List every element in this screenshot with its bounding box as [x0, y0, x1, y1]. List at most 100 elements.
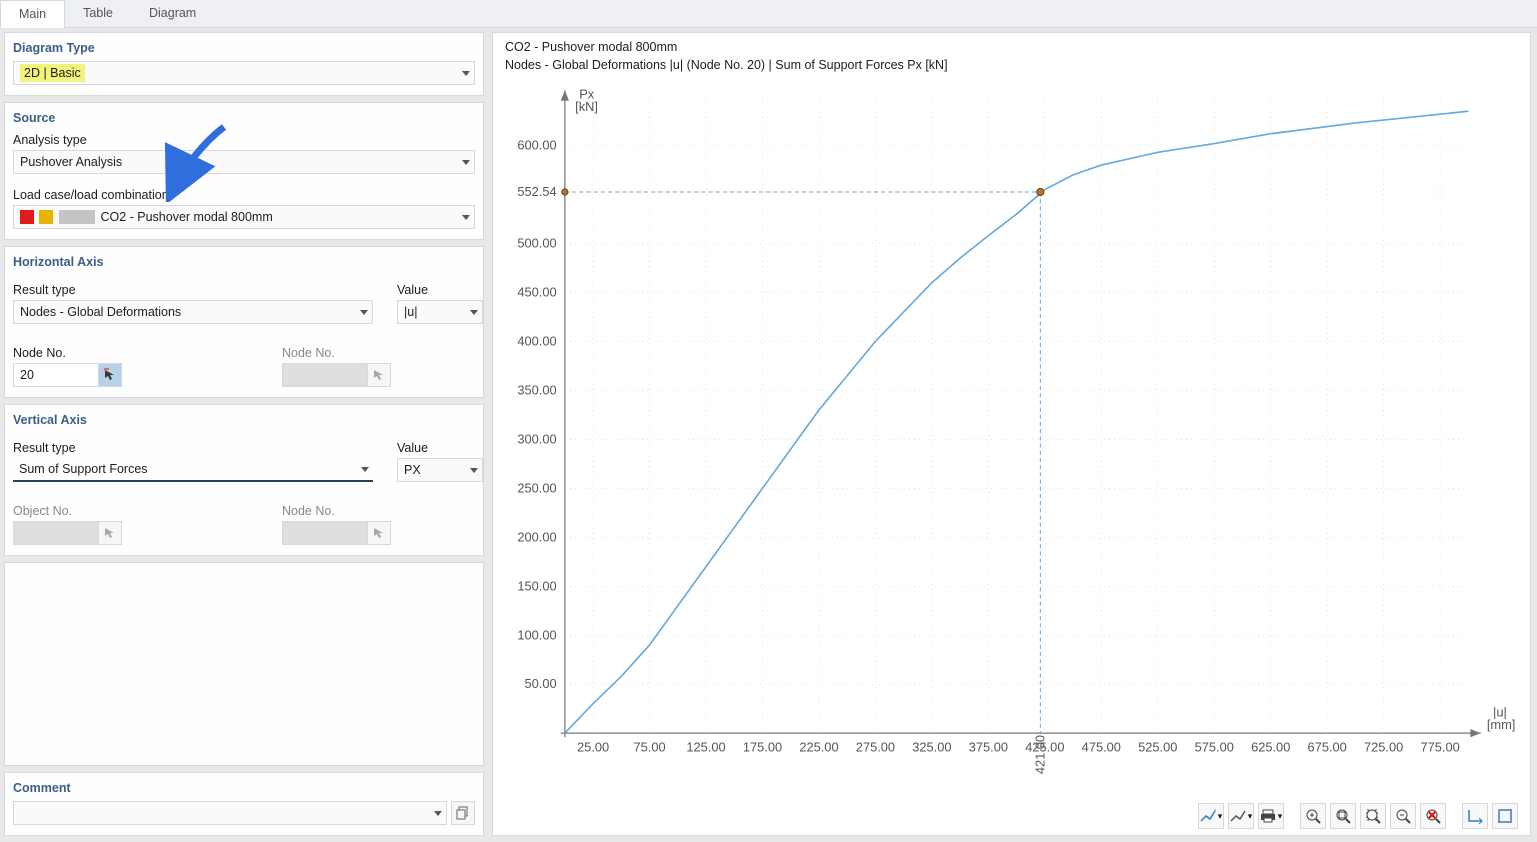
- v-result-type-value: Sum of Support Forces: [19, 462, 148, 476]
- chart-header: CO2 - Pushover modal 800mm Nodes - Globa…: [493, 33, 1530, 76]
- chart-title: CO2 - Pushover modal 800mm: [505, 39, 1520, 57]
- svg-text:475.00: 475.00: [1082, 740, 1121, 755]
- svg-text:400.00: 400.00: [517, 333, 556, 348]
- panel-horizontal-axis: Horizontal Axis Result type Nodes - Glob…: [4, 246, 484, 398]
- svg-text:421.00: 421.00: [1032, 735, 1047, 774]
- svg-text:+: +: [1214, 808, 1216, 817]
- svg-text:300.00: 300.00: [517, 431, 556, 446]
- axes-x-button[interactable]: [1462, 803, 1488, 829]
- chart-toolbar: + ▾ ▾ ▾: [1198, 803, 1518, 829]
- zoom-reset-icon: [1425, 808, 1441, 824]
- axes-x-icon: [1467, 808, 1483, 824]
- svg-text:575.00: 575.00: [1195, 740, 1234, 755]
- diagram-type-value: 2D | Basic: [20, 64, 85, 82]
- v-value-label: Value: [397, 441, 483, 455]
- swatch-red: [20, 210, 34, 224]
- comment-duplicate-button[interactable]: [451, 801, 475, 825]
- v-node2-pick-button: [367, 521, 391, 545]
- svg-text:125.00: 125.00: [686, 740, 725, 755]
- comment-select[interactable]: [13, 801, 447, 825]
- svg-text:600.00: 600.00: [517, 138, 556, 153]
- h-result-type-label: Result type: [13, 283, 373, 297]
- zoom-out-button[interactable]: [1390, 803, 1416, 829]
- h-value-select[interactable]: |u|: [397, 300, 483, 324]
- chevron-down-icon: [470, 310, 478, 315]
- axes-y-icon: [1497, 808, 1513, 824]
- analysis-type-select[interactable]: Pushover Analysis: [13, 150, 475, 174]
- section-title-comment: Comment: [13, 781, 475, 795]
- svg-text:250.00: 250.00: [517, 480, 556, 495]
- zoom-reset-button[interactable]: [1420, 803, 1446, 829]
- svg-text:725.00: 725.00: [1364, 740, 1403, 755]
- load-case-label: Load case/load combination: [13, 188, 475, 202]
- v-object-pick-button: [98, 521, 122, 545]
- chevron-down-icon: [434, 811, 442, 816]
- section-title-diagram-type: Diagram Type: [13, 41, 475, 55]
- load-case-value: CO2 - Pushover modal 800mm: [20, 210, 273, 225]
- print-button[interactable]: ▾: [1258, 803, 1284, 829]
- panel-vertical-axis: Vertical Axis Result type Sum of Support…: [4, 404, 484, 556]
- copy-icon: [456, 806, 470, 820]
- h-value-label: Value: [397, 283, 483, 297]
- panel-comment: Comment: [4, 772, 484, 836]
- zoom-window-button[interactable]: [1330, 803, 1356, 829]
- tab-diagram[interactable]: Diagram: [131, 0, 214, 28]
- cursor-pick-icon: [372, 526, 386, 540]
- chart-line-icon: [1230, 808, 1246, 824]
- section-title-h-axis: Horizontal Axis: [13, 255, 475, 269]
- chevron-down-icon: [360, 310, 368, 315]
- panel-source: Source Analysis type Pushover Analysis L…: [4, 102, 484, 240]
- tab-table[interactable]: Table: [65, 0, 131, 28]
- v-value-select[interactable]: PX: [397, 458, 483, 482]
- diagram-type-select[interactable]: 2D | Basic: [13, 61, 475, 85]
- svg-text:225.00: 225.00: [799, 740, 838, 755]
- svg-text:450.00: 450.00: [517, 285, 556, 300]
- pushover-chart: 25.0075.00125.00175.00225.00275.00325.00…: [493, 76, 1530, 815]
- svg-text:25.00: 25.00: [577, 740, 609, 755]
- swatch-orange: [39, 210, 53, 224]
- section-title-v-axis: Vertical Axis: [13, 413, 475, 427]
- svg-text:552.54: 552.54: [517, 184, 556, 199]
- zoom-fit-button[interactable]: [1360, 803, 1386, 829]
- chart-line-icon: +: [1200, 808, 1216, 824]
- svg-text:200.00: 200.00: [517, 529, 556, 544]
- zoom-fit-icon: [1365, 808, 1381, 824]
- svg-text:150.00: 150.00: [517, 578, 556, 593]
- svg-text:775.00: 775.00: [1421, 740, 1460, 755]
- v-node2-input: [282, 521, 368, 545]
- cursor-pick-icon: [103, 368, 117, 382]
- axes-y-button[interactable]: [1492, 803, 1518, 829]
- h-node2-pick-button: [367, 363, 391, 387]
- chart-options-button[interactable]: + ▾: [1198, 803, 1224, 829]
- h-result-type-select[interactable]: Nodes - Global Deformations: [13, 300, 373, 324]
- v-result-type-select[interactable]: Sum of Support Forces: [13, 458, 373, 482]
- chevron-down-icon: [462, 215, 470, 220]
- chart-style-button[interactable]: ▾: [1228, 803, 1254, 829]
- load-case-select[interactable]: CO2 - Pushover modal 800mm: [13, 205, 475, 229]
- svg-text:50.00: 50.00: [525, 676, 557, 691]
- h-node2-input: [282, 363, 368, 387]
- svg-text:175.00: 175.00: [743, 740, 782, 755]
- zoom-in-icon: [1305, 808, 1321, 824]
- v-node2-label: Node No.: [282, 504, 391, 518]
- zoom-in-button[interactable]: [1300, 803, 1326, 829]
- settings-sidebar: Diagram Type 2D | Basic Source Analysis …: [4, 32, 484, 836]
- top-tabs: Main Table Diagram: [0, 0, 1537, 28]
- analysis-type-label: Analysis type: [13, 133, 475, 147]
- cursor-pick-icon: [103, 526, 117, 540]
- panel-spacer: [4, 562, 484, 766]
- svg-text:[kN]: [kN]: [575, 99, 598, 114]
- cursor-pick-icon: [372, 368, 386, 382]
- tab-main[interactable]: Main: [0, 0, 65, 28]
- analysis-type-value: Pushover Analysis: [20, 155, 122, 169]
- swatch-gray: [59, 210, 95, 224]
- h-node-input[interactable]: [13, 363, 99, 387]
- svg-text:675.00: 675.00: [1308, 740, 1347, 755]
- section-title-source: Source: [13, 111, 475, 125]
- h-node-pick-button[interactable]: [98, 363, 122, 387]
- chevron-down-icon: [361, 467, 369, 472]
- v-object-label: Object No.: [13, 504, 122, 518]
- svg-text:100.00: 100.00: [517, 627, 556, 642]
- chevron-down-icon: [470, 468, 478, 473]
- v-object-input: [13, 521, 99, 545]
